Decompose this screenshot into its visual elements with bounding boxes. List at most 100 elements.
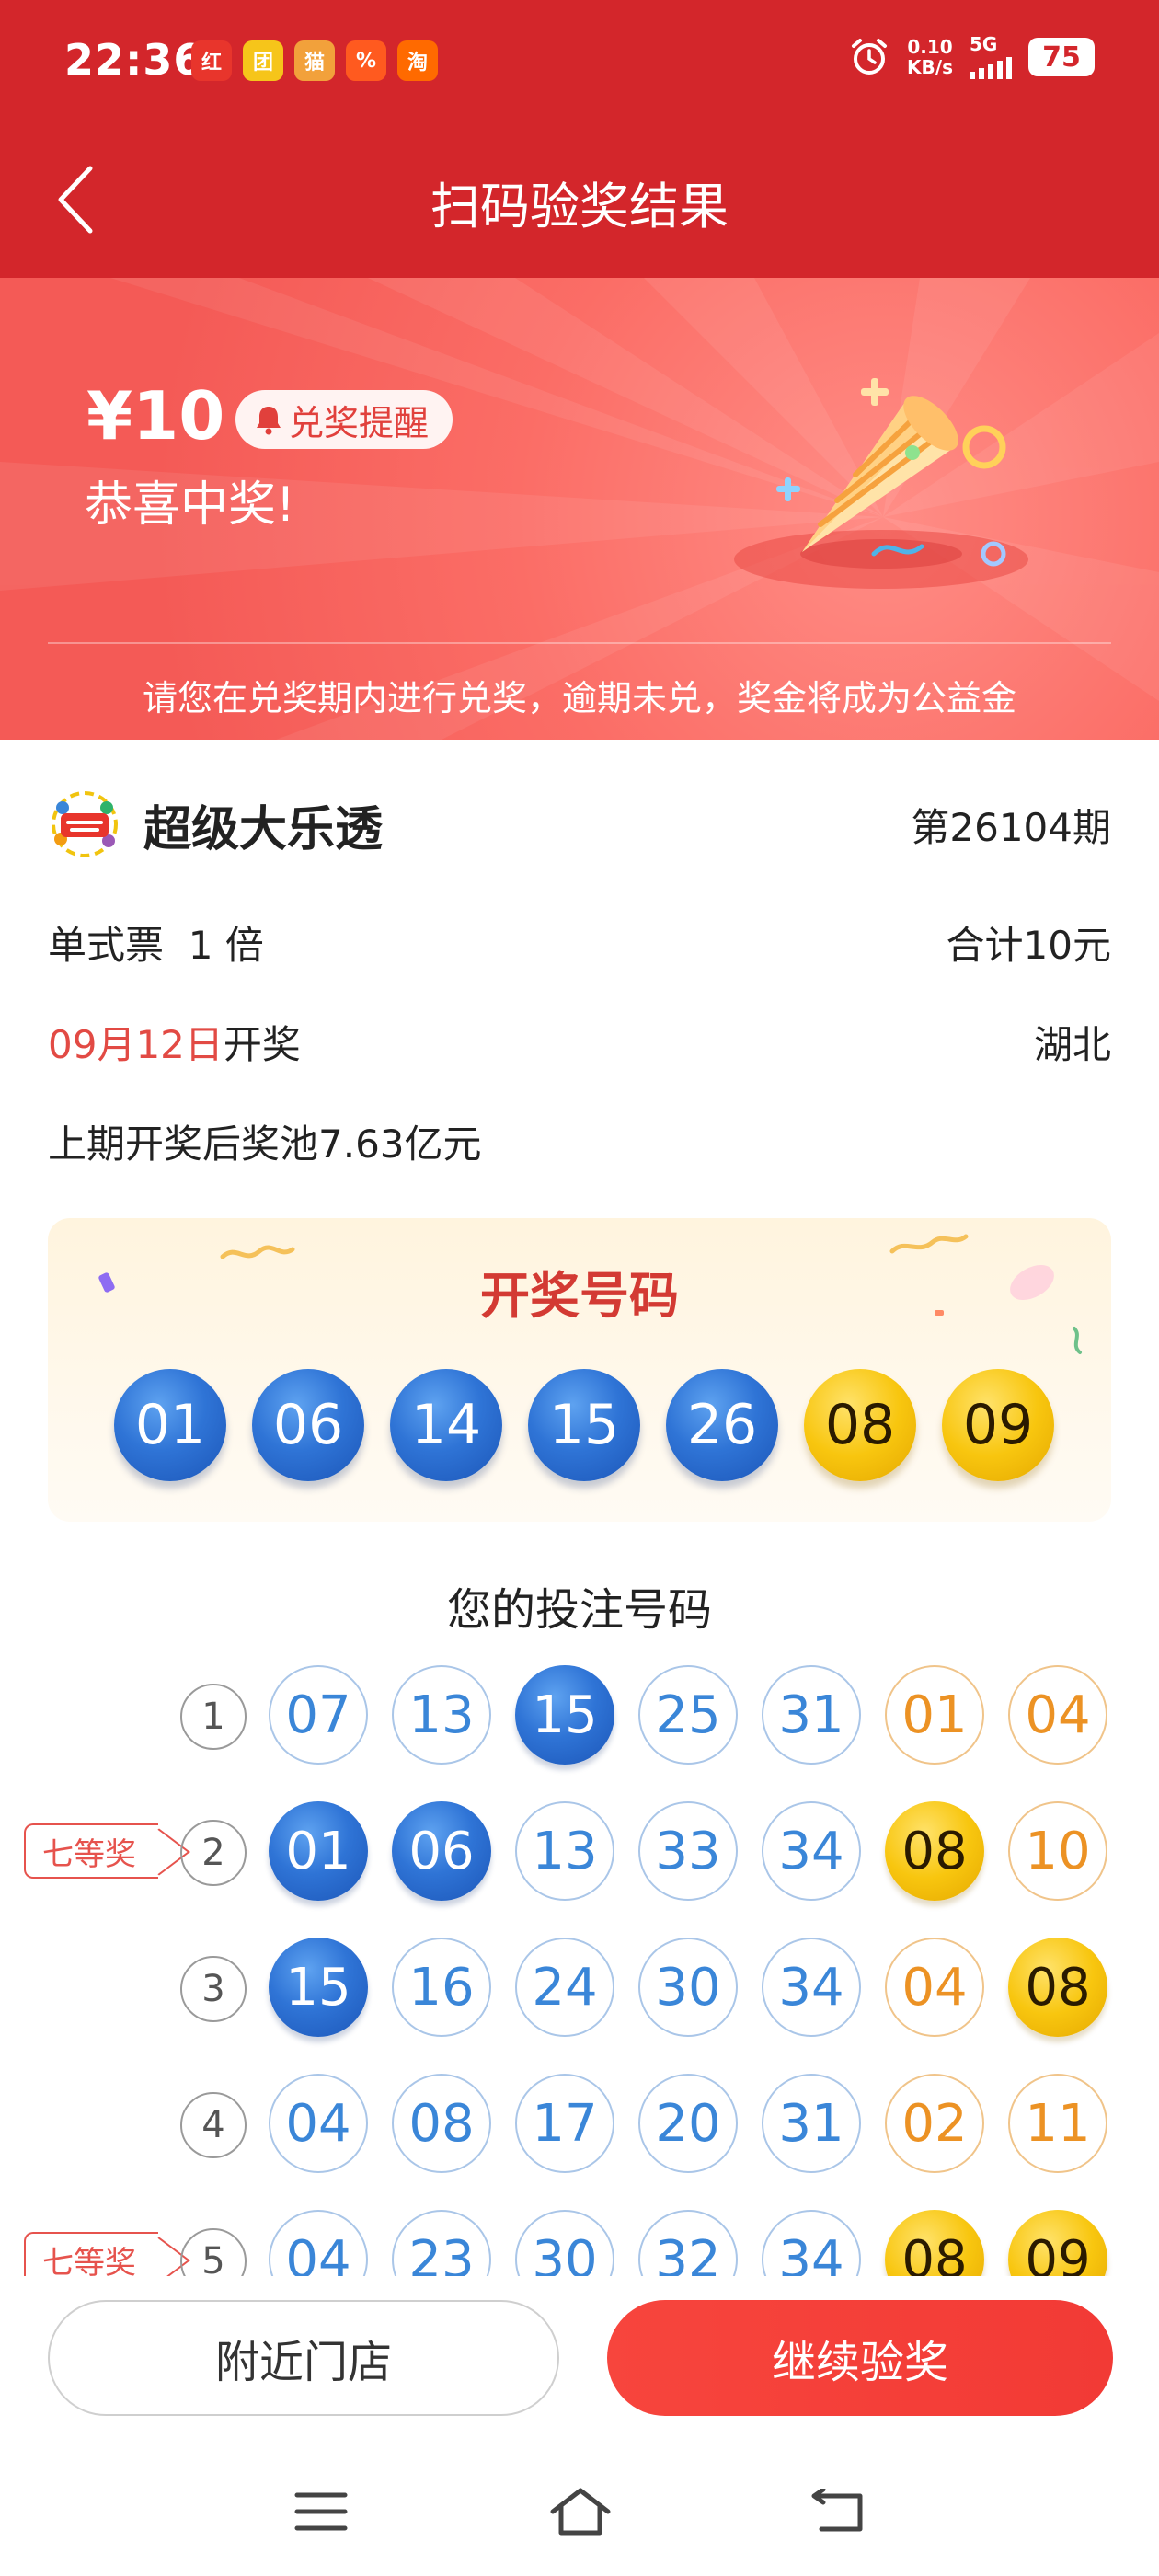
bet-front-ball: 13 <box>515 1801 614 1901</box>
bet-row: 七等奖 5 04 23 30 32 34 08 09 <box>0 2210 1159 2276</box>
bet-back-ball: 11 <box>1008 2074 1107 2173</box>
net-speed: 0.10 KB/s <box>907 37 953 77</box>
continue-check-button[interactable]: 继续验奖 <box>607 2300 1113 2416</box>
system-indicators: 0.10 KB/s 5G 75 <box>848 35 1095 79</box>
draw-date-text: 09月12日开奖 <box>48 1014 301 1070</box>
prize-level-label: 七等奖 <box>42 1835 136 1873</box>
bet-front-ball-hit: 15 <box>515 1665 614 1765</box>
prize-banner: ¥10 兑奖提醒 恭喜中奖! 请您在兑奖期内进行兑奖，逾期未兑，奖金将成为公益金 <box>0 278 1159 740</box>
bet-numbers-list[interactable]: 1 07 13 15 25 31 01 04 七等奖 2 01 06 13 33 34 08 10 3 15 16 24… <box>0 1665 1159 2276</box>
status-bar: 22:36 红团猫% 淘 0.10 KB/s 5G 75 <box>0 0 1159 129</box>
network-type: 5G <box>970 33 998 55</box>
winning-front-ball: 26 <box>666 1369 778 1481</box>
ticket-type-row: 单式票 1 倍 合计10元 <box>48 914 1111 970</box>
bell-icon <box>257 407 281 435</box>
app-icon-2: 团 <box>243 40 283 81</box>
winning-back-ball: 09 <box>942 1369 1054 1481</box>
lottery-logo-icon <box>52 791 118 857</box>
back-nav-button[interactable] <box>797 2475 879 2548</box>
bet-row-index: 2 <box>180 1820 247 1886</box>
bet-front-ball: 17 <box>515 2074 614 2173</box>
home-icon <box>550 2488 611 2536</box>
bet-front-ball: 31 <box>762 1665 861 1765</box>
back-arrow-icon <box>811 2489 863 2532</box>
bet-row-index: 1 <box>180 1684 247 1750</box>
winning-numbers: 01 06 14 15 26 08 09 <box>114 1369 1054 1481</box>
bet-front-ball: 25 <box>638 1665 738 1765</box>
app-icon-5: 淘 <box>397 40 438 81</box>
bet-row: 七等奖 2 01 06 13 33 34 08 10 <box>0 1801 1159 1904</box>
bet-row-index: 5 <box>180 2228 247 2276</box>
bet-row-numbers: 01 06 13 33 34 08 10 <box>269 1801 1107 1901</box>
bet-front-ball: 34 <box>762 1938 861 2037</box>
winning-front-ball: 15 <box>528 1369 640 1481</box>
bet-back-ball: 01 <box>885 1665 984 1765</box>
winning-front-ball: 01 <box>114 1369 226 1481</box>
bet-back-ball-hit: 08 <box>885 2210 984 2276</box>
signal-icon <box>970 53 1012 79</box>
bet-front-ball-hit: 15 <box>269 1938 368 2037</box>
congrats-text: 恭喜中奖! <box>85 477 295 533</box>
system-nav-bar <box>0 2447 1159 2576</box>
redeem-reminder-label: 兑奖提醒 <box>289 402 430 443</box>
bet-row: 4 04 08 17 20 31 02 11 <box>0 2074 1159 2177</box>
net-speed-value: 0.10 <box>907 36 953 58</box>
issue-number: 第26104期 <box>911 804 1111 850</box>
bet-back-ball-hit: 08 <box>885 1801 984 1901</box>
bet-row-numbers: 04 23 30 32 34 08 09 <box>269 2210 1107 2276</box>
bet-back-ball: 10 <box>1008 1801 1107 1901</box>
banner-divider <box>48 642 1111 644</box>
bet-front-ball: 04 <box>269 2074 368 2173</box>
winning-numbers-title: 开奖号码 <box>480 1267 679 1325</box>
ticket-type: 单式票 1 倍 <box>48 922 264 968</box>
bet-back-ball: 02 <box>885 2074 984 2173</box>
app-icon-4: % <box>346 40 386 81</box>
bet-front-ball-hit: 01 <box>269 1801 368 1901</box>
app-icon-3: 猫 <box>294 40 335 81</box>
bet-front-ball: 24 <box>515 1938 614 2037</box>
prize-level-tag: 七等奖 <box>24 2232 158 2276</box>
network-indicator: 5G <box>970 35 1012 79</box>
alarm-icon <box>852 39 888 75</box>
draw-date-row: 09月12日开奖 湖北 <box>48 1014 1111 1069</box>
status-time: 22:36 <box>64 35 204 85</box>
home-nav-button[interactable] <box>539 2475 622 2548</box>
page-title: 扫码验奖结果 <box>430 178 729 236</box>
bet-front-ball: 32 <box>638 2210 738 2276</box>
redeem-reminder-button[interactable]: 兑奖提醒 <box>235 390 453 449</box>
bottom-actions: 附近门店 继续验奖 <box>0 2276 1159 2423</box>
redeem-notice: 请您在兑奖期内进行兑奖，逾期未兑，奖金将成为公益金 <box>142 677 1016 719</box>
prize-level-tag: 七等奖 <box>24 1823 158 1879</box>
bet-row-numbers: 15 16 24 30 34 04 08 <box>269 1938 1107 2037</box>
bet-front-ball: 33 <box>638 1801 738 1901</box>
draw-date-suffix: 开奖 <box>223 1021 301 1067</box>
winning-numbers-card: 开奖号码 01 06 14 15 26 08 09 <box>48 1218 1111 1522</box>
winning-front-ball: 14 <box>390 1369 502 1481</box>
nearby-store-button[interactable]: 附近门店 <box>48 2300 559 2416</box>
bet-front-ball: 08 <box>392 2074 491 2173</box>
bet-front-ball: 31 <box>762 2074 861 2173</box>
bet-back-ball-hit: 08 <box>1008 1938 1107 2037</box>
bet-front-ball: 34 <box>762 2210 861 2276</box>
top-bar: 22:36 红团猫% 淘 0.10 KB/s 5G 75 扫码验奖结果 <box>0 0 1159 278</box>
party-popper-icon <box>734 378 1028 589</box>
menu-nav-button[interactable] <box>280 2475 362 2548</box>
bet-front-ball: 34 <box>762 1801 861 1901</box>
winning-back-ball: 08 <box>804 1369 916 1481</box>
bet-front-ball: 16 <box>392 1938 491 2037</box>
notification-icons: 红团猫% 淘 <box>191 40 438 81</box>
bet-row-numbers: 07 13 15 25 31 01 04 <box>269 1665 1107 1765</box>
jackpot-pool: 上期开奖后奖池7.63亿元 <box>48 1121 482 1167</box>
lottery-name-label: 超级大乐透 <box>143 801 384 857</box>
bet-front-ball-hit: 06 <box>392 1801 491 1901</box>
bet-front-ball: 30 <box>515 2210 614 2276</box>
prize-level-label: 七等奖 <box>42 2244 136 2277</box>
bet-front-ball: 07 <box>269 1665 368 1765</box>
ticket-total: 合计10元 <box>946 922 1111 968</box>
bet-front-ball: 23 <box>392 2210 491 2276</box>
jackpot-row: 上期开奖后奖池7.63亿元 <box>48 1113 1111 1168</box>
draw-date: 09月12日 <box>48 1021 224 1067</box>
bet-back-ball: 04 <box>1008 1665 1107 1765</box>
bet-back-ball: 04 <box>885 1938 984 2037</box>
app-icon-1: 红 <box>191 40 232 81</box>
